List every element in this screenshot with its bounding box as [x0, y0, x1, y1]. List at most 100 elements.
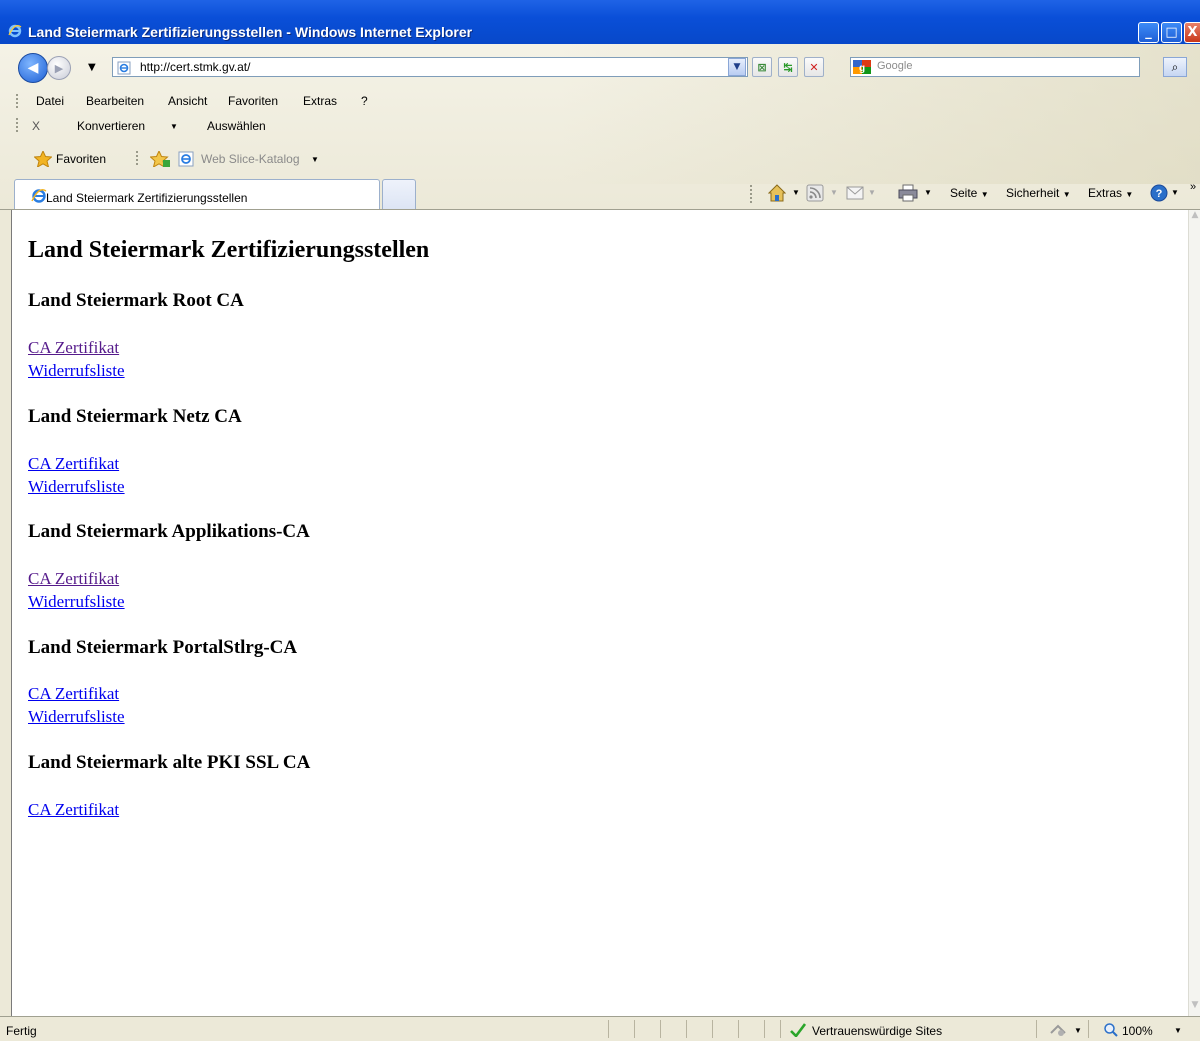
toolbar-grip — [750, 185, 752, 203]
status-divider — [686, 1020, 687, 1038]
forward-button[interactable]: ▶ — [47, 56, 71, 80]
netz-ca-crl-link[interactable]: Widerrufsliste — [28, 477, 125, 497]
convert-dropdown-icon[interactable]: ▼ — [170, 122, 178, 131]
star-icon — [33, 149, 53, 171]
svg-text:g: g — [859, 63, 865, 74]
svg-text:?: ? — [1156, 188, 1163, 200]
toolbar-overflow-icon[interactable]: » — [1190, 181, 1196, 193]
status-bar: Fertig Vertrauenswürdige Sites ▼ 100% ▼ — [0, 1016, 1200, 1041]
security-zone[interactable]: Vertrauenswürdige Sites — [812, 1024, 942, 1038]
window-left-border — [0, 210, 12, 1016]
page-menu-button[interactable]: Seite ▼ — [950, 186, 989, 200]
feeds-dropdown-icon[interactable]: ▼ — [830, 188, 838, 197]
toolbar-grip — [136, 151, 138, 167]
menu-item-extras[interactable]: Extras — [303, 94, 337, 108]
new-tab-button[interactable] — [382, 179, 416, 209]
zoom-level[interactable]: 100% — [1122, 1024, 1153, 1038]
refresh-button[interactable]: ↹ — [778, 57, 798, 77]
root-ca-certificate-link[interactable]: CA Zertifikat — [28, 338, 119, 358]
address-bar[interactable]: http://cert.stmk.gv.at/ — [112, 57, 748, 77]
page-content — [12, 210, 1188, 1016]
search-box[interactable]: g Google — [850, 57, 1140, 77]
chevron-down-icon: ▼ — [1062, 190, 1071, 199]
recent-pages-dropdown[interactable]: ▼ — [88, 62, 96, 73]
status-divider — [764, 1020, 765, 1038]
safety-menu-label: Sicherheit — [1006, 186, 1060, 200]
page-title: Land Steiermark Zertifizierungsstellen — [28, 237, 430, 263]
root-ca-crl-link[interactable]: Widerrufsliste — [28, 361, 125, 381]
arrow-left-icon: ◀ — [27, 60, 39, 76]
protected-mode-icon[interactable] — [1050, 1022, 1066, 1041]
close-button[interactable]: X — [1184, 22, 1200, 43]
chevron-down-icon: ▼ — [1125, 190, 1134, 199]
feeds-icon[interactable] — [806, 184, 824, 206]
mail-dropdown-icon[interactable]: ▼ — [868, 188, 876, 197]
web-slice-gallery-link[interactable]: Web Slice-Katalog — [201, 152, 300, 166]
search-placeholder: Google — [877, 60, 913, 72]
status-text: Fertig — [6, 1024, 37, 1038]
status-divider — [738, 1020, 739, 1038]
print-icon[interactable] — [898, 184, 918, 206]
applikations-ca-certificate-link[interactable]: CA Zertifikat — [28, 569, 119, 589]
stop-icon: ✕ — [809, 60, 819, 74]
compatibility-view-button[interactable]: ⊠ — [752, 57, 772, 77]
scroll-down-icon[interactable]: ▼ — [1189, 1000, 1200, 1016]
zoom-dropdown-icon[interactable]: ▼ — [1174, 1026, 1182, 1035]
add-favorite-icon[interactable] — [149, 149, 170, 171]
section-title-portalstlrg-ca: Land Steiermark PortalStlrg-CA — [28, 637, 298, 658]
checkmark-icon — [790, 1022, 807, 1041]
back-button[interactable]: ◀ — [18, 53, 48, 83]
help-icon[interactable]: ? — [1150, 184, 1168, 206]
status-divider — [608, 1020, 609, 1038]
help-dropdown-icon[interactable]: ▼ — [1171, 188, 1179, 197]
toolbar-grip — [16, 118, 18, 132]
favorites-button[interactable]: Favoriten — [56, 152, 106, 166]
section-title-netz-ca: Land Steiermark Netz CA — [28, 406, 242, 427]
section-title-applikations-ca: Land Steiermark Applikations-CA — [28, 521, 310, 542]
safety-menu-button[interactable]: Sicherheit ▼ — [1006, 186, 1071, 200]
tab-active[interactable]: Land Steiermark Zertifizierungsstellen — [14, 179, 380, 209]
section-title-alte-pki-ssl-ca: Land Steiermark alte PKI SSL CA — [28, 752, 311, 773]
search-button[interactable]: ⌕ — [1163, 57, 1187, 77]
refresh-icon: ↹ — [783, 60, 793, 74]
home-dropdown-icon[interactable]: ▼ — [792, 188, 800, 197]
ie-tab-icon — [31, 188, 47, 208]
menu-item-help[interactable]: ? — [361, 94, 368, 108]
toolbar-close-button[interactable]: X — [32, 119, 40, 133]
tools-menu-button[interactable]: Extras ▼ — [1088, 186, 1133, 200]
navigation-bar: ◀ ▶ ▼ http://cert.stmk.gv.at/ ▼ ⊠ ↹ ✕ g … — [0, 48, 1200, 84]
portalstlrg-ca-certificate-link[interactable]: CA Zertifikat — [28, 684, 119, 704]
applikations-ca-crl-link[interactable]: Widerrufsliste — [28, 592, 125, 612]
page-menu-label: Seite — [950, 186, 978, 200]
menu-item-favoriten[interactable]: Favoriten — [228, 94, 278, 108]
stop-button[interactable]: ✕ — [804, 57, 824, 77]
portalstlrg-ca-crl-link[interactable]: Widerrufsliste — [28, 707, 125, 727]
tab-label: Land Steiermark Zertifizierungsstellen — [46, 191, 248, 205]
minimize-button[interactable]: _ — [1138, 22, 1159, 43]
maximize-button[interactable]: □ — [1161, 22, 1182, 43]
address-dropdown-button[interactable]: ▼ — [728, 58, 746, 76]
section-title-root-ca: Land Steiermark Root CA — [28, 290, 244, 311]
mail-icon[interactable] — [846, 185, 864, 205]
convert-button[interactable]: Konvertieren — [77, 119, 145, 133]
select-button[interactable]: Auswählen — [207, 119, 266, 133]
vertical-scrollbar[interactable]: ▲ ▼ — [1188, 210, 1200, 1016]
netz-ca-certificate-link[interactable]: CA Zertifikat — [28, 454, 119, 474]
zoom-icon — [1104, 1022, 1118, 1041]
address-url: http://cert.stmk.gv.at/ — [140, 60, 251, 74]
alte-pki-ssl-ca-certificate-link[interactable]: CA Zertifikat — [28, 800, 119, 820]
web-slice-dropdown-icon[interactable]: ▼ — [311, 155, 319, 164]
home-icon[interactable] — [767, 184, 787, 206]
magnifier-icon: ⌕ — [1171, 59, 1179, 74]
print-dropdown-icon[interactable]: ▼ — [924, 188, 932, 197]
menu-bar: Datei Bearbeiten Ansicht Favoriten Extra… — [0, 90, 1200, 110]
favorites-bar: Favoriten Web Slice-Katalog ▼ — [0, 145, 1200, 173]
arrow-right-icon: ▶ — [54, 61, 64, 75]
status-divider — [1036, 1020, 1037, 1038]
menu-item-bearbeiten[interactable]: Bearbeiten — [86, 94, 144, 108]
protected-mode-dropdown-icon[interactable]: ▼ — [1074, 1026, 1082, 1035]
status-divider — [1088, 1020, 1089, 1038]
menu-item-ansicht[interactable]: Ansicht — [168, 94, 207, 108]
scroll-up-icon[interactable]: ▲ — [1189, 210, 1200, 226]
menu-item-datei[interactable]: Datei — [36, 94, 64, 108]
